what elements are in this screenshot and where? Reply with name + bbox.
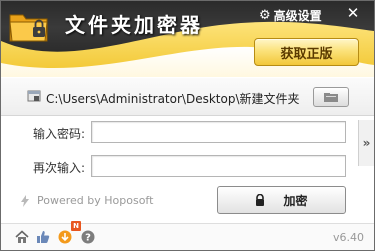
footer: N ? v6.40 [1, 221, 374, 250]
password-input[interactable] [91, 121, 346, 143]
password-label: 输入密码: [33, 127, 86, 141]
advanced-settings-button[interactable]: ⚙ 高级设置 [259, 6, 322, 24]
close-button[interactable]: ✕ [344, 4, 362, 22]
folder-lock-logo-icon [9, 14, 48, 42]
powered-by-text: Powered by Hoposoft [37, 194, 154, 207]
folder-lock-icon [27, 90, 41, 102]
encrypt-label: 加密 [283, 193, 308, 208]
thumbs-up-icon[interactable] [36, 230, 50, 244]
encrypt-button[interactable]: 加密 [217, 186, 346, 214]
confirm-password-label: 再次输入: [33, 161, 86, 175]
gear-icon: ⚙ [259, 7, 271, 23]
confirm-password-input[interactable] [91, 155, 346, 177]
app-title: 文件夹加密器 [65, 13, 203, 37]
expand-panel-toggle[interactable]: » [358, 120, 374, 166]
folder-path: C:\Users\Administrator\Desktop\新建文件夹 [46, 92, 300, 106]
powered-by: Powered by Hoposoft [19, 194, 153, 207]
update-icon[interactable] [58, 230, 72, 244]
path-bar: C:\Users\Administrator\Desktop\新建文件夹 [1, 78, 374, 116]
svg-text:?: ? [85, 233, 91, 244]
header: 文件夹加密器 ⚙ 高级设置 ✕ 获取正版 [1, 1, 374, 77]
lock-icon [256, 194, 265, 206]
folder-icon [324, 92, 338, 102]
get-pro-button[interactable]: 获取正版 [254, 38, 359, 66]
advanced-settings-label: 高级设置 [273, 8, 322, 23]
app-window: 文件夹加密器 ⚙ 高级设置 ✕ 获取正版 C:\Users\Administra… [0, 0, 375, 251]
help-icon[interactable]: ? [81, 230, 95, 244]
lightning-icon [21, 194, 29, 207]
new-badge: N [71, 221, 81, 231]
home-icon[interactable] [15, 230, 29, 244]
browse-folder-button[interactable] [313, 87, 349, 107]
version-label: v6.40 [333, 231, 365, 244]
